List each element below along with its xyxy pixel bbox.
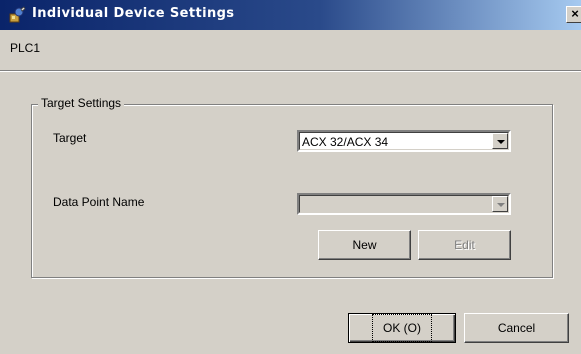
target-dropdown-button[interactable] (492, 133, 508, 149)
title-bar[interactable]: Individual Device Settings × (0, 0, 581, 30)
cancel-button-label: Cancel (497, 321, 536, 335)
target-dropdown[interactable]: ACX 32/ACX 34 (297, 130, 511, 152)
individual-device-settings-dialog: Individual Device Settings × PLC1 Target… (0, 0, 581, 354)
target-dropdown-value: ACX 32/ACX 34 (302, 135, 389, 149)
header-divider (0, 70, 581, 72)
ok-button[interactable]: OK (O) (348, 313, 456, 343)
data-point-name-dropdown[interactable] (297, 193, 511, 215)
data-point-name-label: Data Point Name (53, 195, 145, 209)
target-settings-legend: Target Settings (38, 96, 125, 110)
edit-button[interactable]: Edit (418, 230, 511, 260)
window-title: Individual Device Settings (32, 6, 235, 21)
close-button[interactable]: × (566, 6, 581, 23)
chevron-down-icon (497, 203, 505, 207)
ok-button-label: OK (O) (372, 314, 432, 342)
data-point-dropdown-button[interactable] (492, 196, 508, 212)
chevron-down-icon (497, 140, 505, 144)
new-button-label: New (352, 238, 377, 252)
device-name-label: PLC1 (10, 41, 41, 55)
settings-wrench-icon (8, 6, 26, 24)
edit-button-label: Edit (454, 238, 475, 252)
new-button[interactable]: New (318, 230, 411, 260)
target-label: Target (53, 131, 87, 145)
cancel-button[interactable]: Cancel (464, 313, 569, 343)
close-icon: × (571, 6, 579, 21)
